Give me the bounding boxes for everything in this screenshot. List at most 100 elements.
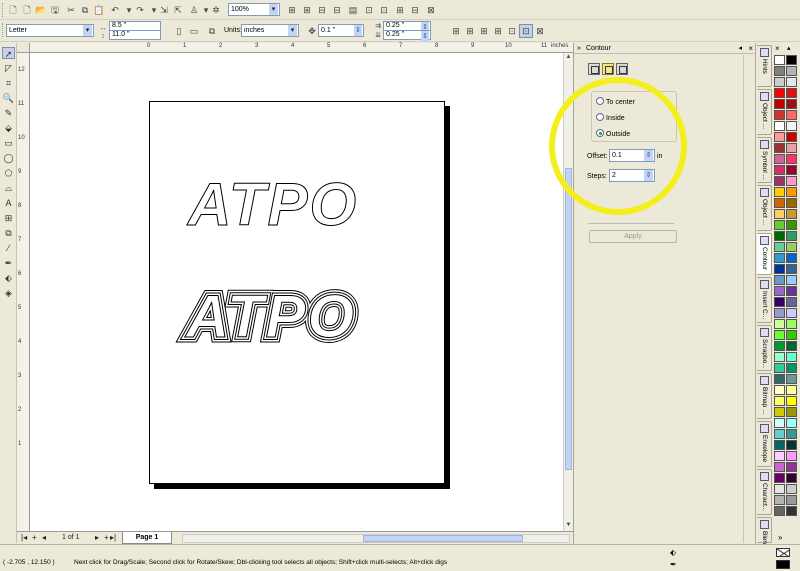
color-swatch[interactable] xyxy=(774,396,785,406)
color-swatch[interactable] xyxy=(786,506,797,516)
close-icon[interactable]: × xyxy=(775,45,780,53)
color-swatch[interactable] xyxy=(774,352,785,362)
export-icon[interactable]: ⇱ xyxy=(171,3,185,17)
color-swatch[interactable] xyxy=(786,297,797,307)
color-swatch[interactable] xyxy=(774,242,785,252)
color-swatch[interactable] xyxy=(786,242,797,252)
no-fill-swatch[interactable] xyxy=(776,548,790,557)
contour-icon[interactable] xyxy=(588,63,600,75)
edit-across-layers-icon[interactable]: ⊡ xyxy=(505,24,519,38)
color-swatch[interactable] xyxy=(786,341,797,351)
shaping-icon[interactable]: ⊠ xyxy=(424,3,438,17)
color-swatch[interactable] xyxy=(786,462,797,472)
color-swatch[interactable] xyxy=(774,176,785,186)
artwork-text-original[interactable]: ATPO xyxy=(186,171,358,239)
basic-shapes-tool-icon[interactable]: ⌓ xyxy=(2,182,15,194)
color-swatch[interactable] xyxy=(774,99,785,109)
color-swatch[interactable] xyxy=(786,495,797,505)
color-swatch[interactable] xyxy=(774,341,785,351)
new-from-template-icon[interactable]: 🗋 xyxy=(20,3,34,17)
eyedropper-tool-icon[interactable]: ⁄ xyxy=(2,242,15,254)
docker-title-bar[interactable]: » Contour ◂ × xyxy=(574,43,756,54)
color-swatch[interactable] xyxy=(774,110,785,120)
color-swatch[interactable] xyxy=(774,407,785,417)
landscape-icon[interactable]: ▭ xyxy=(187,24,201,38)
palette-scroll-up-icon[interactable]: ▴ xyxy=(787,45,791,53)
tab-object-manager[interactable]: Object ... xyxy=(757,185,772,231)
color-swatch[interactable] xyxy=(774,198,785,208)
apply-button[interactable]: Apply xyxy=(589,230,677,243)
last-page-icon[interactable]: ▸| xyxy=(110,533,116,543)
treat-as-filled-icon[interactable]: ⊞ xyxy=(449,24,463,38)
nudge-offset-field[interactable]: 0.1 " xyxy=(318,24,364,37)
color-swatch[interactable] xyxy=(786,88,797,98)
tab-symbol-manager[interactable]: Symbol ... xyxy=(757,137,772,183)
color-swatch[interactable] xyxy=(774,286,785,296)
color-swatch[interactable] xyxy=(786,374,797,384)
drawing-canvas[interactable]: ATPO ATPO ATPO ATPO ATPO ATPO xyxy=(30,53,563,531)
save-icon[interactable]: 🖫 xyxy=(48,3,62,17)
cut-icon[interactable]: ✂ xyxy=(64,3,78,17)
freehand-tool-icon[interactable]: ✎ xyxy=(2,107,15,119)
color-swatch[interactable] xyxy=(774,231,785,241)
first-page-icon[interactable]: |◂ xyxy=(21,533,27,543)
color-swatch[interactable] xyxy=(786,275,797,285)
page-tab[interactable]: Page 1 xyxy=(122,532,172,544)
undo-icon[interactable]: ↶ xyxy=(108,3,122,17)
color-swatch[interactable] xyxy=(774,319,785,329)
color-swatch[interactable] xyxy=(786,220,797,230)
paper-height-field[interactable]: 11.0 " xyxy=(109,30,161,40)
color-swatch[interactable] xyxy=(774,451,785,461)
horizontal-scroll-thumb[interactable] xyxy=(363,535,523,542)
import-icon[interactable]: ⇲ xyxy=(157,3,171,17)
guidelines-icon[interactable]: ⊞ xyxy=(491,24,505,38)
text-tool-icon[interactable]: A xyxy=(2,197,15,209)
color-swatch[interactable] xyxy=(786,418,797,428)
paste-icon[interactable]: 📋 xyxy=(92,3,106,17)
outline-color-swatch[interactable] xyxy=(776,560,790,569)
color-swatch[interactable] xyxy=(774,253,785,263)
color-swatch[interactable] xyxy=(774,154,785,164)
table-tool-icon[interactable]: ⊞ xyxy=(2,212,15,224)
close-icon[interactable]: × xyxy=(748,43,753,54)
horizontal-ruler[interactable]: 0 1 2 3 4 5 6 7 8 9 10 11 inches xyxy=(30,43,573,53)
tab-object-properties[interactable]: Object ... xyxy=(757,89,772,135)
color-swatch[interactable] xyxy=(774,143,785,153)
tab-envelope[interactable]: Envelope xyxy=(757,421,772,467)
welcome-screen-icon[interactable]: ▤ xyxy=(346,3,360,17)
vertical-scroll-thumb[interactable] xyxy=(565,168,572,470)
color-swatch[interactable] xyxy=(786,473,797,483)
vertical-ruler[interactable]: 12 11 10 9 8 7 6 5 4 3 2 1 xyxy=(17,53,30,531)
color-swatch[interactable] xyxy=(774,495,785,505)
color-swatch[interactable] xyxy=(786,187,797,197)
color-swatch[interactable] xyxy=(786,176,797,186)
color-swatch[interactable] xyxy=(786,253,797,263)
color-swatch[interactable] xyxy=(786,484,797,494)
color-swatch[interactable] xyxy=(774,187,785,197)
color-swatch[interactable] xyxy=(774,66,785,76)
tab-scrapbook[interactable]: Scrapbo... xyxy=(757,325,772,371)
zoom-tool-icon[interactable]: 🔍 xyxy=(2,92,15,104)
color-swatch[interactable] xyxy=(786,363,797,373)
snap-to-guidelines-icon[interactable]: ⊞ xyxy=(300,3,314,17)
open-icon[interactable]: 📂 xyxy=(34,3,48,17)
rulers-icon[interactable]: ⊞ xyxy=(477,24,491,38)
fill-tool-icon[interactable]: ⬖ xyxy=(2,272,15,284)
duplicate-y-field[interactable]: 0.25 " xyxy=(383,30,431,42)
color-swatch[interactable] xyxy=(774,297,785,307)
color-swatch[interactable] xyxy=(774,220,785,230)
dynamic-guides-icon[interactable]: ⊟ xyxy=(330,3,344,17)
tab-character-formatting[interactable]: Charact... xyxy=(757,469,772,515)
color-swatch[interactable] xyxy=(786,352,797,362)
corel-online-icon[interactable]: ✲ xyxy=(209,3,223,17)
show-page-border-icon[interactable]: ⊡ xyxy=(519,24,533,38)
next-page-icon[interactable]: ▸ xyxy=(95,533,99,543)
previous-page-icon[interactable]: ◂ xyxy=(42,533,46,543)
color-swatch[interactable] xyxy=(774,308,785,318)
line-color-icon[interactable] xyxy=(602,63,614,75)
color-swatch[interactable] xyxy=(774,209,785,219)
color-swatch[interactable] xyxy=(774,440,785,450)
zoom-level-dropdown[interactable]: 100% xyxy=(228,3,280,16)
drawing-page[interactable]: ATPO ATPO ATPO ATPO ATPO ATPO xyxy=(149,101,445,484)
color-swatch[interactable] xyxy=(786,440,797,450)
